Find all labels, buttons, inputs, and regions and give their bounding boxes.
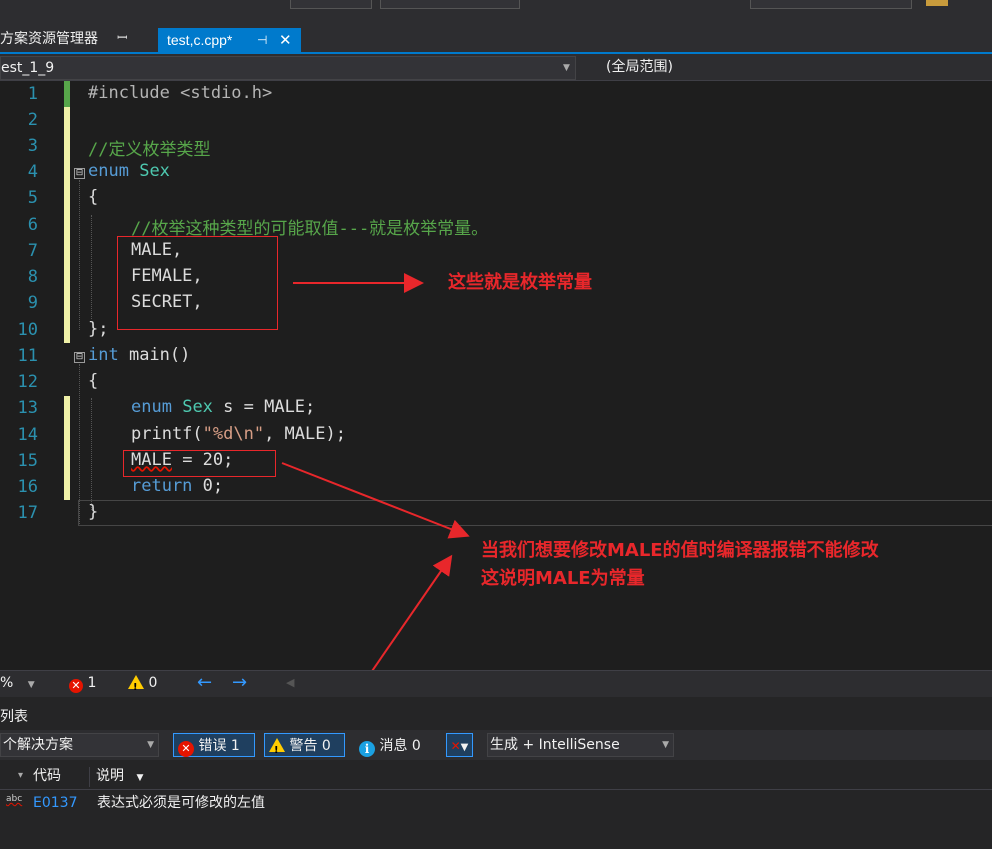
warnings-filter-label: 警告 0: [289, 738, 331, 754]
chevron-down-icon: ▼: [662, 740, 669, 750]
column-header-description[interactable]: 说明 ▼: [96, 763, 143, 791]
messages-filter-button[interactable]: i 消息 0: [354, 733, 436, 757]
zoom-level[interactable]: % ▼: [0, 671, 35, 697]
warning-count-label: 0: [148, 675, 158, 691]
error-icon: ✕: [178, 741, 194, 757]
warnings-filter-button[interactable]: ! 警告 0: [264, 733, 345, 757]
scope-filter-label: 个解决方案: [3, 737, 73, 753]
forward-arrow-icon[interactable]: →: [232, 671, 247, 695]
chevron-down-icon: ▼: [147, 740, 154, 750]
error-icon: ✕: [69, 679, 83, 693]
error-count[interactable]: ✕ 1: [69, 671, 96, 695]
column-divider[interactable]: [89, 767, 90, 787]
build-filter-dropdown[interactable]: 生成 + IntelliSense ▼: [487, 733, 674, 757]
messages-filter-label: 消息 0: [379, 738, 421, 754]
error-description: 表达式必须是可修改的左值: [97, 795, 265, 811]
editor-status-strip: % ▼ ✕ 1 ! 0 ← → ◀: [0, 670, 992, 697]
chevron-down-icon: ▼: [27, 680, 35, 690]
filter-icon[interactable]: ✕▼: [446, 733, 473, 757]
back-arrow-icon[interactable]: ←: [197, 671, 212, 695]
scope-filter-dropdown[interactable]: 个解决方案 ▼: [0, 733, 159, 757]
error-code-link[interactable]: E0137: [33, 790, 77, 816]
column-header-description-label: 说明: [96, 768, 124, 784]
column-header-code[interactable]: 代码: [33, 763, 61, 789]
error-list-title: 列表: [0, 709, 28, 725]
build-filter-label: 生成 + IntelliSense: [490, 737, 620, 753]
info-icon: i: [359, 741, 375, 757]
zoom-label: %: [0, 675, 14, 691]
chevron-down-icon: ▼: [136, 773, 144, 783]
table-row[interactable]: abc E0137 表达式必须是可修改的左值: [0, 790, 992, 816]
warning-icon: !: [269, 738, 285, 756]
arrow-to-note2: [281, 462, 470, 539]
error-list-toolbar: 个解决方案 ▼ ✕ 错误 1 ! 警告 0 i 消息 0 ✕▼ 生成 + Int…: [0, 730, 992, 760]
error-count-label: 1: [87, 675, 97, 691]
errors-filter-label: 错误 1: [198, 738, 240, 754]
spell-error-icon: abc: [6, 794, 23, 804]
warning-count[interactable]: ! 0: [128, 671, 157, 695]
sort-icon[interactable]: ▾: [18, 763, 23, 789]
errors-filter-button[interactable]: ✕ 错误 1: [173, 733, 255, 757]
scroll-left-icon[interactable]: ◀: [286, 671, 294, 695]
warning-icon: !: [128, 675, 144, 693]
error-list-header: ▾ 代码 说明 ▼: [0, 763, 992, 790]
